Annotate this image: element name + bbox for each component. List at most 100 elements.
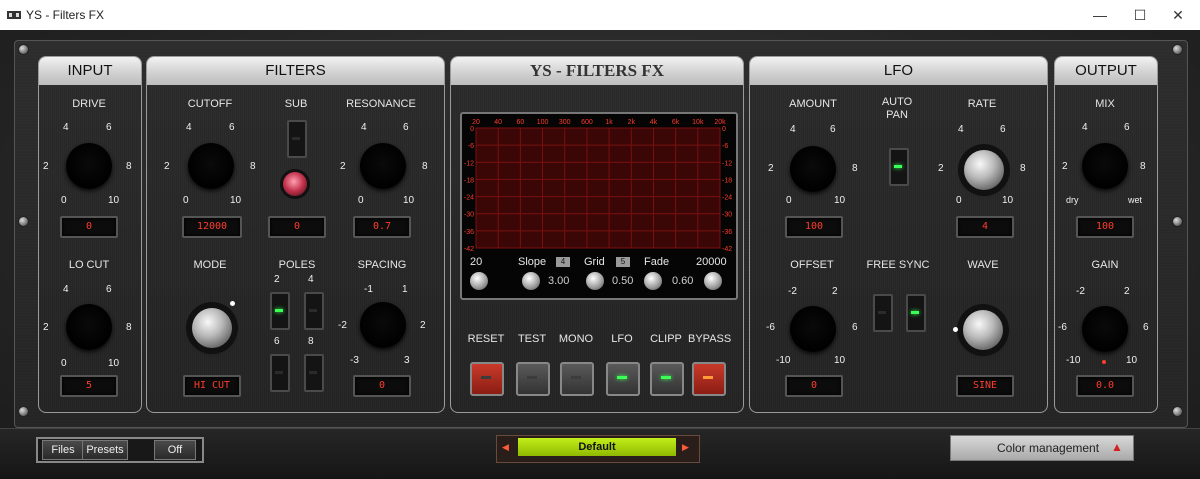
lo-cut-value: 5 (60, 375, 118, 397)
auto-pan-switch[interactable] (889, 148, 909, 186)
db-tick-label: -42 (464, 246, 474, 253)
mode-knob[interactable] (192, 308, 232, 348)
spacing-tick: -1 (364, 284, 373, 295)
poles-4-switch[interactable] (304, 292, 324, 330)
close-button[interactable]: ✕ (1158, 4, 1198, 26)
sub-value: 0 (268, 216, 326, 238)
button-led (571, 376, 581, 379)
db-tick-label: -36 (722, 229, 732, 236)
offset-value: 0 (785, 375, 843, 397)
rate-tick: 10 (1002, 195, 1014, 206)
button-led (617, 376, 627, 379)
grid-knob[interactable] (586, 272, 604, 290)
resonance-tick: 6 (403, 122, 409, 133)
drive-value: 0 (60, 216, 118, 238)
range-low-knob[interactable] (470, 272, 488, 290)
plugin-name: YS - FILTERS FX (451, 57, 743, 85)
minimize-button[interactable]: — (1080, 4, 1120, 26)
resonance-label: RESONANCE (346, 98, 416, 110)
mode-label: MODE (193, 259, 227, 271)
spacing-tick: 3 (404, 355, 410, 366)
sub-knob[interactable] (283, 172, 307, 196)
button-led (703, 376, 713, 379)
range-high: 20000 (696, 256, 727, 268)
cutoff-tick: 8 (250, 161, 256, 172)
color-management-toggle-icon: ▲ (1111, 440, 1123, 454)
lo-cut-knob[interactable] (66, 304, 112, 350)
files-button[interactable]: Files (42, 440, 84, 460)
drive-tick: 0 (61, 195, 67, 206)
cutoff-knob[interactable] (188, 143, 234, 189)
gain-tick: -2 (1076, 286, 1085, 297)
test-button[interactable] (516, 362, 550, 396)
spacing-tick: -2 (338, 320, 347, 331)
screw-icon (18, 44, 29, 55)
screw-icon (1172, 44, 1183, 55)
poles-8-switch[interactable] (304, 354, 324, 392)
clipp-button[interactable] (650, 362, 684, 396)
rate-knob[interactable] (964, 150, 1004, 190)
center-button-label: MONO (558, 333, 594, 345)
preset-name[interactable]: Default (518, 438, 676, 456)
offset-knob[interactable] (790, 306, 836, 352)
wave-indicator (953, 327, 958, 332)
maximize-button[interactable]: ☐ (1120, 4, 1160, 26)
auto-pan-label: AUTO PAN (881, 96, 913, 121)
offset-tick: -6 (766, 322, 775, 333)
reset-button[interactable] (470, 362, 504, 396)
cutoff-value: 12000 (182, 216, 242, 238)
grid-label: Grid (584, 256, 605, 268)
slope-knob[interactable] (522, 272, 540, 290)
gain-knob[interactable] (1082, 306, 1128, 352)
lo-cut-tick: 10 (108, 358, 120, 369)
presets-button[interactable]: Presets (82, 440, 128, 460)
lo-cut-tick: 0 (61, 358, 67, 369)
mono-button[interactable] (560, 362, 594, 396)
resonance-knob[interactable] (360, 143, 406, 189)
wave-knob[interactable] (963, 310, 1003, 350)
poles-6-switch[interactable] (270, 354, 290, 392)
drive-knob[interactable] (66, 143, 112, 189)
spacing-tick: 2 (420, 320, 426, 331)
fade-knob[interactable] (644, 272, 662, 290)
center-button-label: LFO (611, 333, 633, 345)
screw-icon (18, 406, 29, 417)
amount-tick: 8 (852, 163, 858, 174)
next-preset-icon[interactable]: ▶ (682, 442, 689, 453)
resonance-value: 0.7 (353, 216, 411, 238)
gain-label: GAIN (1091, 259, 1119, 271)
screw-icon (18, 216, 29, 227)
freq-tick-label: 100 (537, 119, 549, 126)
freq-tick-label: 600 (581, 119, 593, 126)
poles-option: 8 (308, 336, 314, 347)
cutoff-label: CUTOFF (187, 98, 233, 110)
range-high-knob[interactable] (704, 272, 722, 290)
sub-switch[interactable] (287, 120, 307, 158)
rate-tick: 6 (1000, 124, 1006, 135)
mix-knob[interactable] (1082, 143, 1128, 189)
freq-tick-label: 20k (714, 119, 726, 126)
spacing-tick: -3 (350, 355, 359, 366)
mix-dry-label: dry (1066, 195, 1079, 205)
resonance-tick: 8 (422, 161, 428, 172)
center-button-label: TEST (517, 333, 547, 345)
amount-knob[interactable] (790, 146, 836, 192)
mix-tick: 8 (1140, 161, 1146, 172)
amount-tick: 0 (786, 195, 792, 206)
poles-option: 2 (274, 274, 280, 285)
off-button[interactable]: Off (154, 440, 196, 460)
resonance-tick: 10 (403, 195, 415, 206)
lfo-button[interactable] (606, 362, 640, 396)
db-tick-label: -18 (722, 177, 732, 184)
screw-icon (1172, 406, 1183, 417)
cutoff-tick: 2 (164, 161, 170, 172)
color-management-button[interactable]: Color management ▲ (950, 435, 1134, 461)
prev-preset-icon[interactable]: ◀ (502, 442, 509, 453)
sync-switch[interactable] (906, 294, 926, 332)
free-switch[interactable] (873, 294, 893, 332)
spacing-knob[interactable] (360, 302, 406, 348)
db-tick-label: 0 (470, 126, 474, 133)
bypass-button[interactable] (692, 362, 726, 396)
mode-value: HI CUT (183, 375, 241, 397)
poles-2-switch[interactable] (270, 292, 290, 330)
